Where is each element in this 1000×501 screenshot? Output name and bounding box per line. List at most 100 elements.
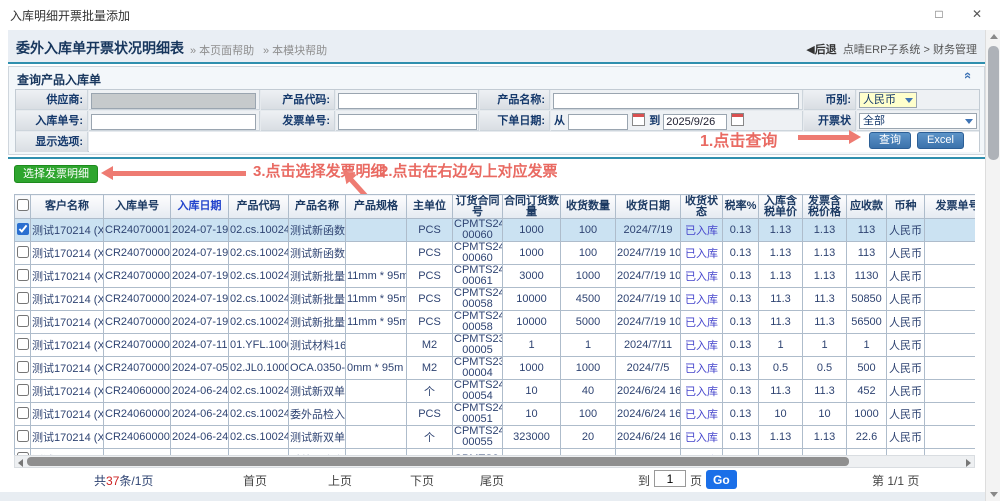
horizontal-scrollbar-thumb[interactable] — [27, 457, 849, 466]
column-header[interactable]: 税率% — [723, 195, 759, 219]
column-header[interactable]: 合同订货数量 — [503, 195, 561, 219]
column-header[interactable]: 币种 — [887, 195, 925, 219]
status-link[interactable]: 已入库 — [681, 265, 723, 288]
vertical-scrollbar[interactable] — [985, 30, 1000, 501]
column-header[interactable]: 客户名称 — [31, 195, 104, 219]
query-button[interactable]: 查询 — [869, 132, 911, 149]
column-header[interactable]: 产品规格 — [346, 195, 407, 219]
product-name-input[interactable] — [553, 93, 799, 109]
back-link[interactable]: 后退 — [815, 44, 837, 56]
page-help-link[interactable]: » 本页面帮助 — [190, 42, 254, 58]
select-invoice-detail-button[interactable]: 选择发票明细 — [14, 165, 98, 183]
goto-page-input[interactable] — [654, 470, 686, 487]
last-page-link[interactable]: 尾页 — [480, 472, 504, 489]
column-header[interactable]: 收货日期 — [616, 195, 681, 219]
excel-button[interactable]: Excel — [917, 132, 964, 149]
vertical-scrollbar-thumb[interactable] — [988, 46, 999, 160]
status-link[interactable]: 已入库 — [681, 288, 723, 311]
prev-page-link[interactable]: 上页 — [328, 472, 352, 489]
calendar-icon[interactable] — [632, 113, 645, 126]
column-header[interactable]: 主单位 — [407, 195, 453, 219]
status-link[interactable]: 已入库 — [681, 426, 723, 449]
status-link[interactable]: 已入库 — [681, 219, 723, 242]
row-checkbox[interactable] — [17, 338, 29, 350]
first-page-link[interactable]: 首页 — [243, 472, 267, 489]
scroll-right-icon[interactable] — [966, 459, 971, 467]
cell: CR240700007 — [104, 265, 171, 288]
table-row[interactable]: 测试170214 (XX)CR2407000042024-07-1902.cs.… — [15, 311, 976, 334]
table-row[interactable]: 测试170214 (XX)CR2407000072024-07-1902.cs.… — [15, 265, 976, 288]
cell — [346, 219, 407, 242]
collapse-panel-icon[interactable]: « — [961, 72, 976, 79]
date-from-input[interactable] — [568, 114, 628, 130]
display-option-label: 显示选项: — [16, 132, 88, 152]
column-header[interactable]: 发票含税价格 — [803, 195, 847, 219]
status-link[interactable]: 已入库 — [681, 380, 723, 403]
table-row[interactable]: 测试170214 (XX)CR2407000102024-07-1902.cs.… — [15, 219, 976, 242]
scroll-up-icon[interactable] — [990, 34, 998, 39]
column-header[interactable]: 订货合同号 — [453, 195, 503, 219]
table-row[interactable]: 测试170214 (XX)CR2406000022024-06-2402.cs.… — [15, 380, 976, 403]
close-button[interactable]: ✕ — [966, 5, 988, 23]
cell: 人民币 — [887, 380, 925, 403]
row-checkbox[interactable] — [17, 384, 29, 396]
cell: 测试170214 (XX) — [31, 403, 104, 426]
inbound-no-input[interactable] — [91, 114, 256, 130]
invoice-no-input[interactable] — [338, 114, 477, 130]
currency-select[interactable]: 人民币 — [859, 92, 917, 108]
row-checkbox[interactable] — [17, 292, 29, 304]
cell: 测试新双单位 — [289, 380, 346, 403]
row-checkbox[interactable] — [17, 269, 29, 281]
row-checkbox[interactable] — [17, 246, 29, 258]
row-checkbox[interactable] — [17, 223, 29, 235]
status-link[interactable]: 已入库 — [681, 403, 723, 426]
cell: 2024-06-24 — [171, 380, 229, 403]
row-checkbox[interactable] — [17, 315, 29, 327]
cell: 0.13 — [723, 242, 759, 265]
column-header[interactable]: 收货状态 — [681, 195, 723, 219]
cell: 1130 — [847, 265, 887, 288]
cell: 个 — [407, 380, 453, 403]
calendar-icon[interactable] — [731, 113, 744, 126]
breadcrumb-current[interactable]: 财务管理 — [933, 44, 977, 56]
column-header[interactable]: 收货数量 — [561, 195, 616, 219]
cell: 1000 — [561, 265, 616, 288]
column-header[interactable]: 入库单号 — [104, 195, 171, 219]
row-checkbox[interactable] — [17, 407, 29, 419]
cell: 11.3 — [759, 288, 803, 311]
go-button[interactable]: Go — [706, 470, 737, 489]
maximize-button[interactable]: □ — [928, 5, 950, 23]
row-checkbox[interactable] — [17, 430, 29, 442]
scroll-down-icon[interactable] — [990, 492, 998, 497]
column-header[interactable]: 入库含税单价 — [759, 195, 803, 219]
status-link[interactable]: 已入库 — [681, 334, 723, 357]
table-row[interactable]: 测试170214 (XX)CR2407000092024-07-1902.cs.… — [15, 242, 976, 265]
horizontal-scrollbar[interactable] — [14, 455, 975, 468]
cell: 2024/7/19 10 — [616, 288, 681, 311]
next-page-link[interactable]: 下页 — [410, 472, 434, 489]
search-form: 供应商: 产品代码: 产品名称: 币别: 人民币 入库单号: 发票单号: 下单日… — [15, 89, 980, 152]
table-row[interactable]: 测试170214 (XX)CR2407000052024-07-1902.cs.… — [15, 288, 976, 311]
column-header[interactable]: 应收款 — [847, 195, 887, 219]
module-help-link[interactable]: » 本模块帮助 — [263, 42, 327, 58]
column-header[interactable]: 发票单号 — [925, 195, 976, 219]
select-all-checkbox[interactable] — [17, 199, 29, 211]
inbound-no-label: 入库单号: — [16, 111, 88, 131]
table-row[interactable]: 测试170214 (XX)CR2407000032024-07-1101.YFL… — [15, 334, 976, 357]
status-link[interactable]: 已入库 — [681, 357, 723, 380]
row-checkbox[interactable] — [17, 361, 29, 373]
status-link[interactable]: 已入库 — [681, 311, 723, 334]
product-code-input[interactable] — [338, 93, 477, 109]
table-row[interactable]: 测试170214 (XX)CR2406000022024-06-2402.cs.… — [15, 403, 976, 426]
breadcrumb-parent[interactable]: 点晴ERP子系统 — [843, 44, 921, 56]
column-header[interactable]: 产品代码 — [229, 195, 289, 219]
scroll-left-icon[interactable] — [18, 459, 23, 467]
column-header[interactable]: 产品名称 — [289, 195, 346, 219]
status-link[interactable]: 已入库 — [681, 242, 723, 265]
table-row[interactable]: 测试170214 (XX)CR2406000012024-06-2402.cs.… — [15, 426, 976, 449]
arrow-left-icon — [112, 171, 246, 176]
table-row[interactable]: 测试170214 (XX)CR2407000012024-07-0502.JL0… — [15, 357, 976, 380]
supplier-input[interactable] — [91, 93, 256, 109]
invoice-status-select[interactable]: 全部 — [859, 113, 977, 129]
column-header[interactable]: 入库日期 — [171, 195, 229, 219]
